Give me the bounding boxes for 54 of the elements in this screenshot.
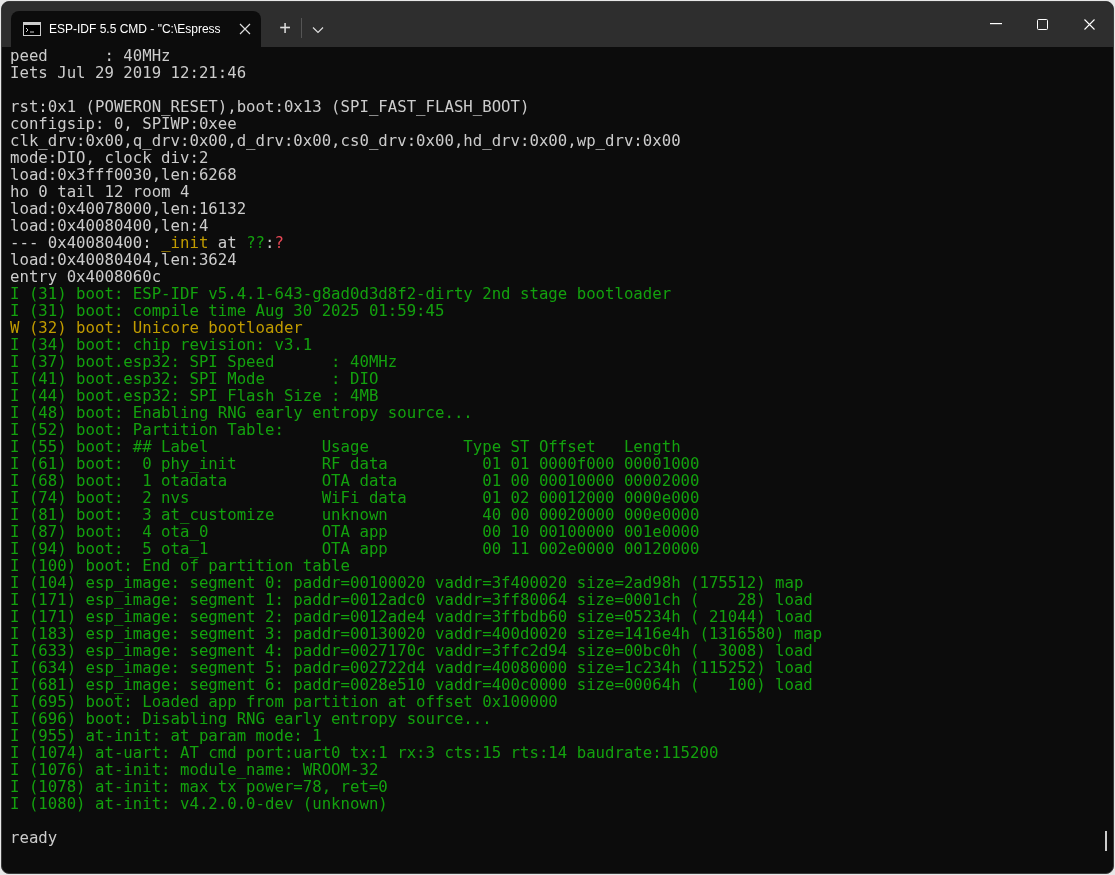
console-line: --- 0x40080400: _init at ??:? (10, 234, 284, 251)
console-line: I (171) esp_image: segment 2: paddr=0012ade4 vaddr=3ffbdb60 size=05234h ( 21044) load (10, 608, 813, 625)
console-line: I (31) boot: compile time Aug 30 2025 01:59:45 (10, 302, 445, 319)
console-line: I (634) esp_image: segment 5: paddr=002722d4 vaddr=40080000 size=1c234h (115252) load (10, 659, 813, 676)
console-line: I (31) boot: ESP-IDF v5.4.1-643-g8ad0d3d8f2-dirty 2nd stage bootloader (10, 285, 672, 302)
console-line: load:0x40080404,len:3624 (10, 251, 237, 268)
console-line: I (100) boot: End of partition table (10, 557, 350, 574)
console-line: load:0x40080400,len:4 (10, 217, 209, 234)
console-line: ho 0 tail 12 room 4 (10, 183, 190, 200)
console-line: I (44) boot.esp32: SPI Flash Size : 4MB (10, 387, 379, 404)
console-line: I (37) boot.esp32: SPI Speed : 40MHz (10, 353, 398, 370)
scrollbar-thumb[interactable] (1105, 831, 1107, 851)
console-line: I (696) boot: Disabling RNG early entropy source... (10, 710, 492, 727)
console-line: configsip: 0, SPIWP:0xee (10, 115, 237, 132)
console-line: I (1074) at-uart: AT cmd port:uart0 tx:1 rx:3 cts:15 rts:14 baudrate:115200 (10, 744, 719, 761)
console-line: I (48) boot: Enabling RNG early entropy source... (10, 404, 473, 421)
console-line: clk_drv:0x00,q_drv:0x00,d_drv:0x00,cs0_drv:0x00,hd_drv:0x00,wp_drv:0x00 (10, 132, 681, 149)
console-line: I (955) at-init: at param mode: 1 (10, 727, 322, 744)
console-line: mode:DIO, clock div:2 (10, 149, 209, 166)
console-line: I (1080) at-init: v4.2.0.0-dev (unknown) (10, 795, 388, 812)
console-line: I (41) boot.esp32: SPI Mode : DIO (10, 370, 379, 387)
console-line: W (32) boot: Unicore bootloader (10, 319, 303, 336)
console-line: I (681) esp_image: segment 6: paddr=0028e510 vaddr=400c0000 size=00064h ( 100) load (10, 676, 813, 693)
console-line: load:0x3fff0030,len:6268 (10, 166, 237, 183)
console-line: load:0x40078000,len:16132 (10, 200, 247, 217)
console-line: I (61) boot: 0 phy_init RF data 01 01 0000f000 00001000 (10, 455, 700, 472)
console-line: peed : 40MHz (10, 47, 171, 64)
terminal-icon (23, 22, 41, 36)
console-line: I (94) boot: 5 ota_1 OTA app 00 11 002e0000 00120000 (10, 540, 700, 557)
console-line: I (74) boot: 2 nvs WiFi data 01 02 00012000 0000e000 (10, 489, 700, 506)
console-line: entry 0x4008060c (10, 268, 162, 285)
console-line: I (34) boot: chip revision: v3.1 (10, 336, 313, 353)
console-line: Iets Jul 29 2019 12:21:46 (10, 64, 247, 81)
minimize-icon[interactable] (989, 23, 1002, 25)
chevron-down-icon[interactable] (312, 26, 324, 34)
console-line: I (695) boot: Loaded app from partition at offset 0x100000 (10, 693, 558, 710)
console-line: I (1076) at-init: module_name: WROOM-32 (10, 761, 379, 778)
console-line: I (52) boot: Partition Table: (10, 421, 284, 438)
console-line: I (68) boot: 1 otadata OTA data 01 00 00010000 00002000 (10, 472, 700, 489)
close-tab-icon[interactable] (239, 23, 251, 35)
new-tab-button[interactable]: + (269, 12, 301, 44)
console-line: I (171) esp_image: segment 1: paddr=0012adc0 vaddr=3ff80064 size=0001ch ( 28) load (10, 591, 813, 608)
console-line: I (104) esp_image: segment 0: paddr=00100020 vaddr=3f400020 size=2ad98h (175512) map (10, 574, 804, 591)
console-line: I (633) esp_image: segment 4: paddr=0027170c vaddr=3ffc2d94 size=00bc0h ( 3008) load (10, 642, 813, 659)
close-icon[interactable] (1084, 18, 1095, 30)
terminal-tab[interactable]: ESP-IDF 5.5 CMD - "C:\Espress (11, 11, 261, 47)
console-line: I (1078) at-init: max tx power=78, ret=0 (10, 778, 388, 795)
console-line: ready (10, 829, 58, 846)
console-line: I (183) esp_image: segment 3: paddr=00130020 vaddr=400d0020 size=1416e4h (1316580) map (10, 625, 823, 642)
maximize-icon[interactable] (1037, 18, 1048, 30)
console-line: I (87) boot: 4 ota_0 OTA app 00 10 00100000 001e0000 (10, 523, 700, 540)
console-line: rst:0x1 (POWERON_RESET),boot:0x13 (SPI_FAST_FLASH_BOOT) (10, 98, 530, 115)
console-line: I (81) boot: 3 at_customize unknown 40 00 00020000 000e0000 (10, 506, 700, 523)
console-line: I (55) boot: ## Label Usage Type ST Offset Length (10, 438, 681, 455)
